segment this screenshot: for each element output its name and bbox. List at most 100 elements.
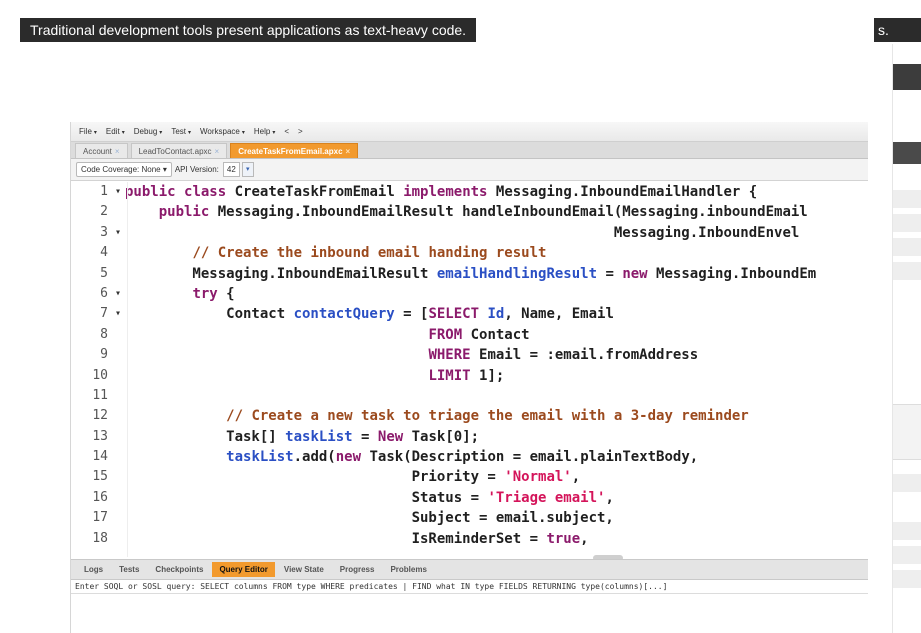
line-number: 9 [100,347,108,363]
tab-progress[interactable]: Progress [333,562,382,577]
query-input[interactable]: Enter SOQL or SOSL query: SELECT columns… [71,580,868,594]
edge-scroll-area[interactable] [893,404,921,460]
close-icon[interactable]: × [346,147,351,156]
tab-label: LeadToContact.apxc [138,147,212,156]
caption-banner: Traditional development tools present ap… [20,18,477,42]
tab-createtaskfromemail[interactable]: CreateTaskFromEmail.apxc × [230,143,359,158]
edge-header-block-2 [893,142,921,164]
code-line[interactable]: 17 Subject = email.subject, [71,508,868,528]
code-line[interactable]: 10 LIMIT 1]; [71,366,868,386]
menu-file[interactable]: File ▾ [79,127,97,136]
code-text: LIMIT 1]; [428,367,505,384]
tab-query-editor[interactable]: Query Editor [212,562,275,577]
edge-row [893,238,921,256]
code-text: IsReminderSet = true, [125,530,589,547]
code-line[interactable]: 3 ▾ Messaging.InboundEnvel [71,223,868,243]
fold-toggle-icon[interactable]: ▾ [111,284,125,304]
tab-problems[interactable]: Problems [383,562,433,577]
code-text: Subject = email.subject, [125,510,614,527]
code-line[interactable]: 8 FROM Contact [71,325,868,345]
close-icon[interactable]: × [215,147,220,156]
tab-leadtocontact[interactable]: LeadToContact.apxc × [130,143,228,158]
back-arrow-icon[interactable]: < [284,127,289,136]
tab-logs[interactable]: Logs [77,562,110,577]
menu-debug[interactable]: Debug ▾ [134,127,163,136]
code-text: // Create the inbound email handing resu… [192,245,547,262]
code-line[interactable]: 11 [71,386,868,406]
line-number: 7 [100,306,108,322]
code-line[interactable]: 14 taskList.add(new Task(Description = e… [71,447,868,467]
code-coverage-select[interactable]: Code Coverage: None ▾ [76,162,172,177]
line-number: 14 [92,449,108,465]
code-text: try { [192,285,235,302]
tab-view-state[interactable]: View State [277,562,331,577]
menu-bar: File ▾ Edit ▾ Debug ▾ Test ▾ Workspace ▾ Help… [71,122,868,142]
code-text: WHERE Email = :email.fromAddress [428,347,699,364]
tab-label: Account [83,147,112,156]
code-line[interactable]: 13 Task[] taskList = New Task[0]; [71,427,868,447]
edge-row [893,474,921,492]
code-editor[interactable]: 1 ▾ public class CreateTaskFromEmail imple… [71,182,868,557]
line-number: 1 [100,184,108,199]
line-number: 10 [92,367,108,383]
tab-checkpoints[interactable]: Checkpoints [148,562,210,577]
menu-help[interactable]: Help ▾ [254,127,275,136]
code-line[interactable]: 15 Priority = 'Normal', [71,467,868,487]
forward-arrow-icon[interactable]: > [298,127,303,136]
code-line[interactable]: 6 ▾ try { [71,284,868,304]
edge-row [893,546,921,564]
menu-test[interactable]: Test ▾ [171,127,191,136]
code-text: public class CreateTaskFromEmail impleme… [125,184,758,200]
chevron-down-icon[interactable]: ▾ [241,162,254,177]
code-line[interactable]: 18 IsReminderSet = true, [71,529,868,549]
code-text: taskList.add(new Task(Description = emai… [226,449,699,466]
code-line[interactable]: 12 // Create a new task to triage the em… [71,406,868,426]
close-icon[interactable]: × [115,147,120,156]
menu-edit[interactable]: Edit ▾ [106,127,125,136]
code-text: Priority = 'Normal', [125,469,581,486]
line-number: 15 [92,469,108,485]
code-line[interactable]: 16 Status = 'Triage email', [71,488,868,508]
code-line[interactable]: 5 Messaging.InboundEmailResult emailHand… [71,264,868,284]
code-line[interactable]: 7 ▾ Contact contactQuery = [SELECT Id, Na… [71,304,868,324]
code-text: Messaging.InboundEnvel [125,224,800,241]
code-lines: 1 ▾ public class CreateTaskFromEmail imple… [71,182,868,549]
code-line[interactable]: 2 public Messaging.InboundEmailResult ha… [71,202,868,222]
fold-toggle-icon[interactable]: ▾ [111,182,125,202]
api-version-value[interactable]: 42 [222,162,240,177]
fold-toggle-icon[interactable]: ▾ [111,223,125,243]
fold-toggle-icon[interactable]: ▾ [111,304,125,324]
caption-fragment-text: s. [878,22,889,38]
tab-account[interactable]: Account × [75,143,128,158]
line-number: 12 [92,408,108,424]
edge-row [893,190,921,208]
caption-text: Traditional development tools present ap… [30,22,467,38]
caption-fragment: s. [874,18,921,42]
api-version-label: API Version: [174,165,219,174]
menu-workspace[interactable]: Workspace ▾ [200,127,245,136]
tab-tests[interactable]: Tests [112,562,146,577]
code-line[interactable]: 1 ▾ public class CreateTaskFromEmail imple… [71,182,868,202]
code-line[interactable]: 9 WHERE Email = :email.fromAddress [71,345,868,365]
bottom-panel: Logs Tests Checkpoints Query Editor View… [71,559,868,633]
line-number: 11 [92,387,108,403]
edge-row [893,262,921,280]
code-text: public Messaging.InboundEmailResult hand… [158,204,808,221]
edge-header-block [893,64,921,90]
code-text: Status = 'Triage email', [125,489,614,506]
code-line[interactable]: 4 // Create the inbound email handing re… [71,243,868,263]
developer-console: File ▾ Edit ▾ Debug ▾ Test ▾ Workspace ▾ Help… [70,122,868,633]
adjacent-panel [892,44,921,633]
